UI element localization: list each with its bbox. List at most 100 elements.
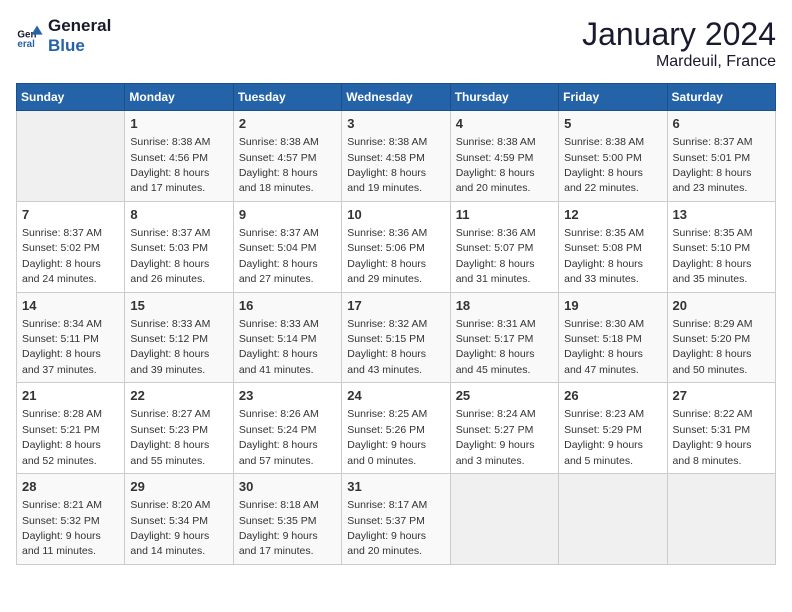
calendar-cell: 30Sunrise: 8:18 AM Sunset: 5:35 PM Dayli… [233,474,341,565]
day-number: 4 [456,115,553,133]
calendar-cell [450,474,558,565]
day-info: Sunrise: 8:28 AM Sunset: 5:21 PM Dayligh… [22,408,102,466]
calendar-cell: 15Sunrise: 8:33 AM Sunset: 5:12 PM Dayli… [125,292,233,383]
location: Mardeuil, France [582,53,776,71]
column-header-wednesday: Wednesday [342,84,450,111]
day-info: Sunrise: 8:27 AM Sunset: 5:23 PM Dayligh… [130,408,210,466]
calendar-cell: 12 Sunrise: 8:35 AM Sunset: 5:08 PM Dayli… [559,201,667,292]
calendar-cell: 16 Sunrise: 8:33 AM Sunset: 5:14 PM Dayli… [233,292,341,383]
calendar-cell [17,111,125,202]
day-info: Sunrise: 8:30 AM Sunset: 5:18 PM Dayligh… [564,318,644,376]
calendar-week-row: 28Sunrise: 8:21 AM Sunset: 5:32 PM Dayli… [17,474,776,565]
day-info: Sunrise: 8:38 AM Sunset: 4:58 PM Dayligh… [347,136,427,194]
calendar-cell: 21Sunrise: 8:28 AM Sunset: 5:21 PM Dayli… [17,383,125,474]
day-number: 16 [239,297,336,315]
calendar-week-row: 21Sunrise: 8:28 AM Sunset: 5:21 PM Dayli… [17,383,776,474]
calendar-cell: 7 Sunrise: 8:37 AM Sunset: 5:02 PM Daylig… [17,201,125,292]
calendar-cell: 22Sunrise: 8:27 AM Sunset: 5:23 PM Dayli… [125,383,233,474]
column-header-saturday: Saturday [667,84,775,111]
day-number: 26 [564,387,661,405]
calendar-cell: 23 Sunrise: 8:26 AM Sunset: 5:24 PM Dayli… [233,383,341,474]
calendar-cell: 11 Sunrise: 8:36 AM Sunset: 5:07 PM Dayli… [450,201,558,292]
day-number: 23 [239,387,336,405]
day-info: Sunrise: 8:26 AM Sunset: 5:24 PM Dayligh… [239,408,319,466]
day-number: 12 [564,206,661,224]
calendar-cell: 17 Sunrise: 8:32 AM Sunset: 5:15 PM Dayli… [342,292,450,383]
day-info: Sunrise: 8:31 AM Sunset: 5:17 PM Dayligh… [456,318,536,376]
day-info: Sunrise: 8:35 AM Sunset: 5:10 PM Dayligh… [673,227,753,285]
logo-icon: Gen eral [16,22,44,50]
day-info: Sunrise: 8:37 AM Sunset: 5:04 PM Dayligh… [239,227,319,285]
day-number: 25 [456,387,553,405]
day-number: 2 [239,115,336,133]
calendar-cell: 28Sunrise: 8:21 AM Sunset: 5:32 PM Dayli… [17,474,125,565]
day-info: Sunrise: 8:32 AM Sunset: 5:15 PM Dayligh… [347,318,427,376]
calendar-cell: 13Sunrise: 8:35 AM Sunset: 5:10 PM Dayli… [667,201,775,292]
day-number: 20 [673,297,770,315]
day-number: 7 [22,206,119,224]
column-header-monday: Monday [125,84,233,111]
day-info: Sunrise: 8:34 AM Sunset: 5:11 PM Dayligh… [22,318,102,376]
calendar-cell: 24 Sunrise: 8:25 AM Sunset: 5:26 PM Dayli… [342,383,450,474]
calendar-cell: 31 Sunrise: 8:17 AM Sunset: 5:37 PM Dayli… [342,474,450,565]
calendar-cell: 26 Sunrise: 8:23 AM Sunset: 5:29 PM Dayli… [559,383,667,474]
calendar-cell: 3Sunrise: 8:38 AM Sunset: 4:58 PM Daylig… [342,111,450,202]
calendar-cell: 27 Sunrise: 8:22 AM Sunset: 5:31 PM Dayli… [667,383,775,474]
day-number: 17 [347,297,444,315]
svg-text:eral: eral [17,40,35,51]
calendar-header-row: SundayMondayTuesdayWednesdayThursdayFrid… [17,84,776,111]
calendar-cell: 5 Sunrise: 8:38 AM Sunset: 5:00 PM Daylig… [559,111,667,202]
day-number: 31 [347,478,444,496]
day-number: 9 [239,206,336,224]
calendar-cell: 2Sunrise: 8:38 AM Sunset: 4:57 PM Daylig… [233,111,341,202]
calendar-cell: 8 Sunrise: 8:37 AM Sunset: 5:03 PM Daylig… [125,201,233,292]
calendar-cell: 19 Sunrise: 8:30 AM Sunset: 5:18 PM Dayli… [559,292,667,383]
day-number: 8 [130,206,227,224]
calendar-week-row: 14Sunrise: 8:34 AM Sunset: 5:11 PM Dayli… [17,292,776,383]
day-info: Sunrise: 8:37 AM Sunset: 5:03 PM Dayligh… [130,227,210,285]
column-header-friday: Friday [559,84,667,111]
day-info: Sunrise: 8:17 AM Sunset: 5:37 PM Dayligh… [347,499,427,557]
logo-text-blue: Blue [48,36,111,56]
day-info: Sunrise: 8:24 AM Sunset: 5:27 PM Dayligh… [456,408,536,466]
day-info: Sunrise: 8:23 AM Sunset: 5:29 PM Dayligh… [564,408,644,466]
day-info: Sunrise: 8:25 AM Sunset: 5:26 PM Dayligh… [347,408,427,466]
calendar-table: SundayMondayTuesdayWednesdayThursdayFrid… [16,83,776,565]
calendar-cell: 6 Sunrise: 8:37 AM Sunset: 5:01 PM Daylig… [667,111,775,202]
day-info: Sunrise: 8:33 AM Sunset: 5:12 PM Dayligh… [130,318,210,376]
calendar-cell: 1 Sunrise: 8:38 AM Sunset: 4:56 PM Daylig… [125,111,233,202]
column-header-sunday: Sunday [17,84,125,111]
month-title: January 2024 [582,16,776,53]
day-number: 1 [130,115,227,133]
calendar-cell: 9 Sunrise: 8:37 AM Sunset: 5:04 PM Daylig… [233,201,341,292]
day-info: Sunrise: 8:37 AM Sunset: 5:02 PM Dayligh… [22,227,102,285]
calendar-cell: 25 Sunrise: 8:24 AM Sunset: 5:27 PM Dayli… [450,383,558,474]
day-number: 6 [673,115,770,133]
calendar-cell: 18 Sunrise: 8:31 AM Sunset: 5:17 PM Dayli… [450,292,558,383]
day-info: Sunrise: 8:20 AM Sunset: 5:34 PM Dayligh… [130,499,210,557]
day-number: 18 [456,297,553,315]
day-info: Sunrise: 8:38 AM Sunset: 4:56 PM Dayligh… [130,136,210,194]
day-info: Sunrise: 8:29 AM Sunset: 5:20 PM Dayligh… [673,318,753,376]
calendar-week-row: 1 Sunrise: 8:38 AM Sunset: 4:56 PM Daylig… [17,111,776,202]
day-info: Sunrise: 8:36 AM Sunset: 5:06 PM Dayligh… [347,227,427,285]
day-info: Sunrise: 8:38 AM Sunset: 5:00 PM Dayligh… [564,136,644,194]
day-number: 28 [22,478,119,496]
calendar-cell [559,474,667,565]
day-info: Sunrise: 8:35 AM Sunset: 5:08 PM Dayligh… [564,227,644,285]
day-number: 19 [564,297,661,315]
day-info: Sunrise: 8:36 AM Sunset: 5:07 PM Dayligh… [456,227,536,285]
calendar-cell: 10Sunrise: 8:36 AM Sunset: 5:06 PM Dayli… [342,201,450,292]
calendar-cell: 20 Sunrise: 8:29 AM Sunset: 5:20 PM Dayli… [667,292,775,383]
calendar-cell: 4Sunrise: 8:38 AM Sunset: 4:59 PM Daylig… [450,111,558,202]
day-number: 5 [564,115,661,133]
day-number: 29 [130,478,227,496]
day-number: 24 [347,387,444,405]
column-header-thursday: Thursday [450,84,558,111]
day-info: Sunrise: 8:22 AM Sunset: 5:31 PM Dayligh… [673,408,753,466]
day-info: Sunrise: 8:33 AM Sunset: 5:14 PM Dayligh… [239,318,319,376]
day-number: 27 [673,387,770,405]
day-info: Sunrise: 8:18 AM Sunset: 5:35 PM Dayligh… [239,499,319,557]
day-number: 11 [456,206,553,224]
day-info: Sunrise: 8:37 AM Sunset: 5:01 PM Dayligh… [673,136,753,194]
